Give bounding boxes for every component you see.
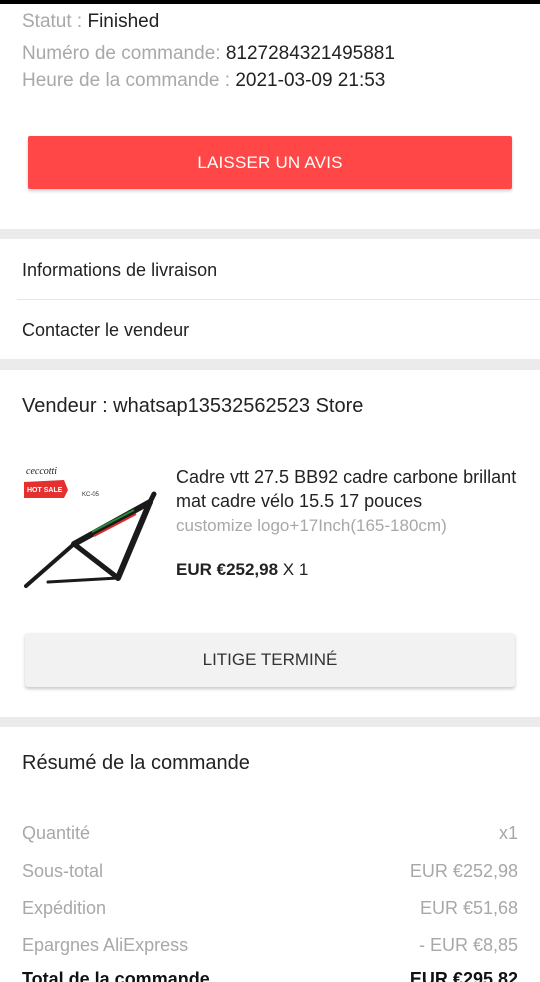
divider xyxy=(17,299,540,300)
summary-value: EUR €295,82 xyxy=(409,969,518,982)
product-price: EUR €252,98 X 1 xyxy=(176,560,308,580)
product-image[interactable]: ceccotti HOT SALE KC-05 xyxy=(22,460,160,600)
order-status: Statut : Finished xyxy=(22,11,159,33)
summary-row-quantity: Quantité x1 xyxy=(22,823,518,844)
order-info-card: Statut : Finished Numéro de commande: 81… xyxy=(0,4,540,229)
contact-seller-link[interactable]: Contacter le vendeur xyxy=(22,320,189,341)
summary-value: EUR €51,68 xyxy=(419,898,518,918)
summary-row-shipping: Expédition EUR €51,68 xyxy=(22,898,518,919)
product-image-brand: ceccotti xyxy=(26,466,57,477)
delivery-info-link[interactable]: Informations de livraison xyxy=(22,260,217,281)
bike-frame-image: ceccotti HOT SALE KC-05 xyxy=(24,466,157,588)
order-time-label: Heure de la commande : xyxy=(22,70,236,91)
summary-label: Total de la commande xyxy=(22,969,210,982)
dispute-finished-button[interactable]: LITIGE TERMINÉ xyxy=(25,633,515,687)
summary-value: EUR €252,98 xyxy=(409,861,518,881)
product-image-badge: HOT SALE xyxy=(27,487,63,494)
order-status-label: Statut : xyxy=(22,11,88,32)
order-status-value: Finished xyxy=(87,11,160,32)
product-title[interactable]: Cadre vtt 27.5 BB92 cadre carbone brilla… xyxy=(176,465,521,513)
summary-value: - EUR €8,85 xyxy=(418,935,518,955)
summary-row-savings: Epargnes AliExpress - EUR €8,85 xyxy=(22,935,518,956)
summary-title: Résumé de la commande xyxy=(22,752,250,774)
summary-label: Epargnes AliExpress xyxy=(22,935,189,955)
product-variant: customize logo+17Inch(165-180cm) xyxy=(176,516,447,535)
summary-label: Sous-total xyxy=(22,861,104,881)
order-time-value: 2021-03-09 21:53 xyxy=(235,70,386,91)
summary-row-subtotal: Sous-total EUR €252,98 xyxy=(22,861,518,882)
order-number-value: 8127284321495881 xyxy=(225,43,395,64)
summary-label: Expédition xyxy=(22,898,107,918)
summary-value: x1 xyxy=(498,823,518,843)
product-image-model: KC-05 xyxy=(82,492,100,498)
summary-label: Quantité xyxy=(22,823,91,843)
summary-row-total: Total de la commande EUR €295,82 xyxy=(22,969,518,982)
order-time: Heure de la commande : 2021-03-09 21:53 xyxy=(22,70,385,92)
order-number-label: Numéro de commande: xyxy=(22,43,226,64)
seller-name[interactable]: Vendeur : whatsap13532562523 Store xyxy=(22,395,363,418)
leave-review-button[interactable]: LAISSER UN AVIS xyxy=(28,136,512,189)
product-quantity: X 1 xyxy=(278,560,309,579)
order-number: Numéro de commande: 8127284321495881 xyxy=(22,43,395,65)
product-price-amount: EUR €252,98 xyxy=(176,560,279,579)
